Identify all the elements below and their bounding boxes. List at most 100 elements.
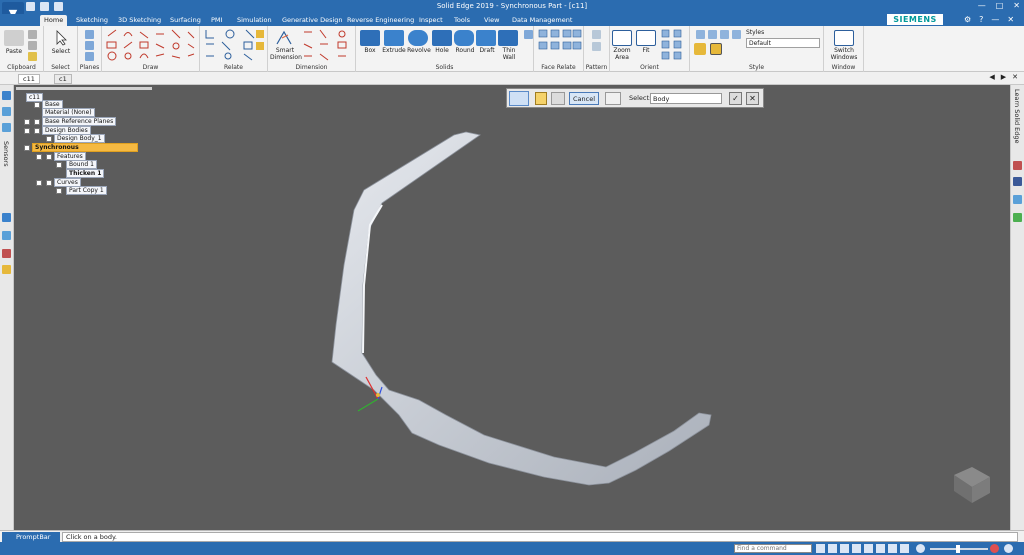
ribbon-minimize-icon[interactable]: —	[991, 15, 999, 24]
find-command-input[interactable]	[734, 544, 812, 553]
pathfinder-icon[interactable]	[2, 91, 11, 100]
sketch-view-icon[interactable]	[864, 544, 873, 553]
tab-generative-design[interactable]: Generative Design	[278, 15, 347, 25]
tab-tools[interactable]: Tools	[450, 15, 474, 25]
youtube-icon[interactable]	[1013, 161, 1022, 170]
copy-icon[interactable]	[28, 41, 37, 50]
community-icon[interactable]	[1013, 195, 1022, 204]
box-icon[interactable]	[360, 30, 380, 46]
view-overrides-icon[interactable]	[710, 43, 722, 55]
view-options-icon[interactable]	[732, 30, 741, 39]
close-icon[interactable]: ✕	[1012, 73, 1018, 81]
zoom-icon[interactable]	[816, 544, 825, 553]
feature-library-icon[interactable]	[2, 123, 11, 132]
help-doc-icon[interactable]	[1013, 213, 1022, 222]
revolve-icon[interactable]	[408, 30, 428, 46]
learn-solid-edge-tab[interactable]: Learn Solid Edge	[1013, 89, 1021, 144]
cancel-button[interactable]: Cancel	[569, 92, 599, 105]
model-view[interactable]	[14, 85, 1010, 530]
tab-home[interactable]: Home	[40, 15, 68, 26]
rotate-icon[interactable]	[852, 544, 861, 553]
view-style-icon[interactable]	[888, 544, 897, 553]
display-options-icon[interactable]	[900, 544, 909, 553]
close-icon[interactable]: ✕	[1007, 15, 1014, 24]
view-orient-icons[interactable]	[660, 28, 688, 62]
family-icon[interactable]	[2, 231, 11, 240]
design-body-shape[interactable]	[331, 131, 712, 486]
face-relate-tools-icon[interactable]	[537, 28, 583, 62]
zoom-out-icon[interactable]	[916, 544, 925, 553]
tab-surfacing[interactable]: Surfacing	[166, 15, 205, 25]
group-solids: Box Extrude Revolve Hole Round Draft Thi…	[356, 26, 534, 72]
tab-reverse-engineering[interactable]: Reverse Engineering	[343, 15, 418, 25]
dimension-tools-icon[interactable]	[302, 28, 354, 62]
tab-data-management[interactable]: Data Management	[508, 15, 576, 25]
close-icon[interactable]: ✕	[1013, 1, 1020, 10]
pan-icon[interactable]	[840, 544, 849, 553]
display-icon[interactable]	[720, 30, 729, 39]
plane-options-icon[interactable]	[85, 52, 94, 61]
style-dropdown[interactable]: Default	[746, 38, 820, 48]
tab-inspect[interactable]: Inspect	[415, 15, 447, 25]
fit-icon[interactable]	[636, 30, 656, 46]
zoom-slider-thumb[interactable]	[956, 545, 960, 553]
select-body-icon[interactable]	[535, 92, 547, 105]
tools-icon[interactable]	[2, 265, 11, 274]
pattern-icon[interactable]	[592, 30, 601, 39]
more-solids-icon[interactable]	[524, 30, 533, 39]
sensors-tab[interactable]: Sensors	[2, 141, 10, 167]
smart-dimension-icon[interactable]	[274, 30, 294, 46]
zoom-area-icon[interactable]	[612, 30, 632, 46]
doc-tab-c11[interactable]: c11	[18, 74, 40, 84]
group-label: Planes	[79, 64, 100, 71]
tab-simulation[interactable]: Simulation	[233, 15, 276, 25]
plane-icon[interactable]	[85, 30, 94, 39]
draw-tools-icon[interactable]	[104, 28, 198, 62]
layers-icon[interactable]	[2, 107, 11, 116]
doc-tab-c1[interactable]: c1	[54, 74, 72, 84]
paste-icon[interactable]	[4, 30, 24, 46]
gear-icon[interactable]: ⚙	[964, 15, 971, 24]
group-label: Face Relate	[541, 64, 576, 71]
format-painter-icon[interactable]	[28, 52, 37, 61]
hole-icon[interactable]	[432, 30, 452, 46]
select-tool-icon[interactable]	[51, 30, 71, 46]
coordinate-system-icon[interactable]	[85, 41, 94, 50]
close-command-button[interactable]: ✕	[746, 92, 759, 105]
minimize-icon[interactable]: —	[978, 1, 986, 10]
tab-pmi[interactable]: PMI	[207, 15, 226, 25]
scroll-right-icon[interactable]: ▶	[1001, 73, 1006, 81]
shading-icon[interactable]	[708, 30, 717, 39]
thin-wall-icon[interactable]	[498, 30, 518, 46]
tab-3d-sketching[interactable]: 3D Sketching	[114, 15, 165, 25]
part-painter-icon[interactable]	[694, 43, 706, 55]
face-select-icon[interactable]	[551, 92, 565, 105]
filter-dropdown[interactable]	[605, 92, 621, 105]
facebook-icon[interactable]	[1013, 177, 1022, 186]
tab-sketching[interactable]: Sketching	[72, 15, 112, 25]
extrude-icon[interactable]	[384, 30, 404, 46]
options-icon[interactable]	[509, 91, 529, 106]
view-cube[interactable]	[954, 467, 990, 503]
parts-library-icon[interactable]	[2, 213, 11, 222]
graphics-window[interactable]: c11 Base Material (None) Base Reference …	[14, 85, 1010, 530]
relate-tools-icon[interactable]	[202, 28, 266, 62]
prompt-bar-label[interactable]: PromptBar	[2, 532, 60, 542]
fit-view-icon[interactable]	[828, 544, 837, 553]
view-style-icon[interactable]	[696, 30, 705, 39]
cut-icon[interactable]	[28, 30, 37, 39]
accept-button[interactable]: ✓	[729, 92, 742, 105]
help-icon[interactable]: ?	[979, 15, 983, 24]
zoom-in-icon[interactable]	[990, 544, 999, 553]
mirror-icon[interactable]	[592, 42, 601, 51]
switch-windows-icon[interactable]	[834, 30, 854, 46]
draft-icon[interactable]	[476, 30, 496, 46]
scroll-left-icon[interactable]: ◀	[989, 73, 994, 81]
tab-view[interactable]: View	[480, 15, 503, 25]
views-icon[interactable]	[876, 544, 885, 553]
help-icon[interactable]	[1004, 544, 1013, 553]
select-dropdown[interactable]: Body	[650, 93, 722, 104]
round-icon[interactable]	[454, 30, 474, 46]
maximize-icon[interactable]: □	[996, 1, 1004, 10]
errors-icon[interactable]	[2, 249, 11, 258]
